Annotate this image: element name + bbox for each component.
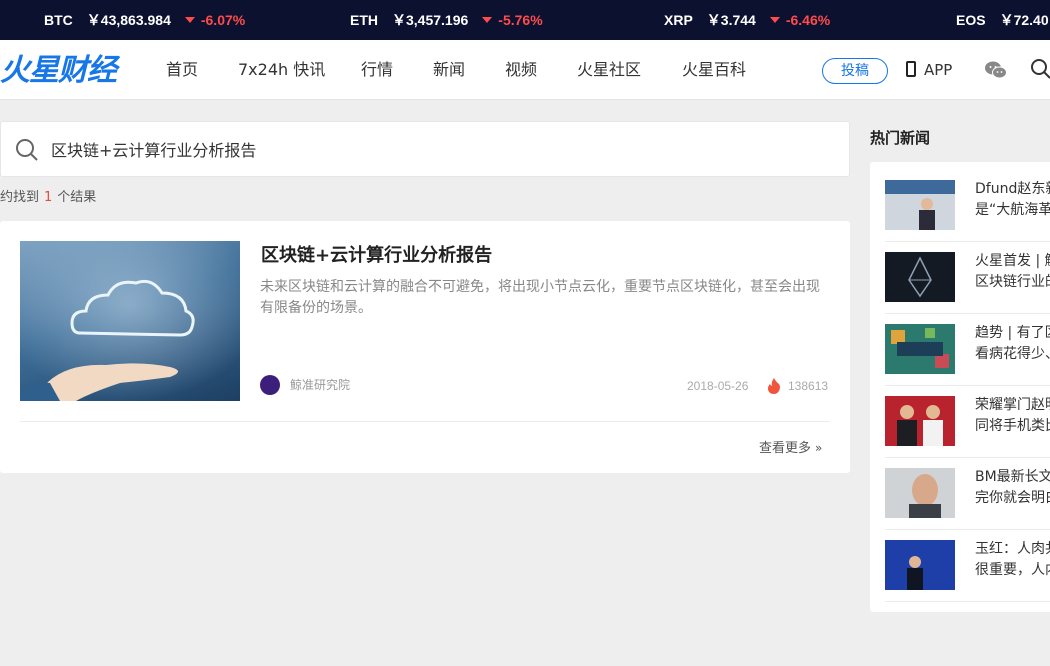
- article-views: 138613: [788, 379, 829, 393]
- article-date: 2018-05-26: [687, 379, 749, 393]
- down-arrow-icon: [482, 17, 493, 24]
- ticker-change: -6.46%: [785, 12, 831, 28]
- ticker-item-xrp[interactable]: XRP ￥3.744 -6.46%: [664, 0, 830, 40]
- hot-news-item[interactable]: 火星首发 | 解区块链行业的: [885, 242, 1050, 314]
- down-arrow-icon: [184, 17, 195, 24]
- search-bar: [0, 121, 850, 177]
- news-title-line: 完你就会明白: [975, 490, 1050, 506]
- ticker-change: -6.07%: [200, 12, 246, 28]
- news-title-line: 很重要，人内: [975, 562, 1050, 578]
- ticker-symbol: XRP: [664, 12, 693, 28]
- news-title-line: 火星首发 | 解: [975, 253, 1050, 269]
- down-arrow-icon: [769, 17, 780, 24]
- author-avatar[interactable]: [260, 375, 280, 395]
- news-thumbnail: [885, 180, 955, 230]
- nav-item-home[interactable]: 首页: [166, 40, 198, 100]
- site-logo[interactable]: 火星财经: [0, 54, 117, 88]
- nav-item-video[interactable]: 视频: [505, 40, 537, 100]
- submit-article-button[interactable]: 投稿: [822, 58, 888, 84]
- hot-news-item[interactable]: BM最新长文完你就会明白: [885, 458, 1050, 530]
- news-thumbnail: [885, 396, 955, 446]
- result-count-number: 1: [44, 190, 53, 205]
- double-chevron-right-icon: »: [815, 441, 823, 455]
- see-more-label: 查看更多: [759, 441, 812, 456]
- nav-item-market[interactable]: 行情: [361, 40, 393, 100]
- fire-icon: [768, 378, 780, 394]
- hot-news-item[interactable]: 荣耀掌门赵明同将手机类比: [885, 386, 1050, 458]
- article-description: 未来区块链和云计算的融合不可避免，将出现小节点云化，重要节点区块链化，甚至会出现…: [260, 279, 820, 316]
- result-count-prefix: 约找到: [0, 190, 40, 205]
- news-title-line: 区块链行业的: [975, 274, 1050, 290]
- nav-item-wiki[interactable]: 火星百科: [682, 40, 746, 100]
- news-title-line: 看病花得少、: [975, 346, 1050, 362]
- author-name[interactable]: 鲸准研究院: [290, 375, 350, 395]
- news-title-line: 荣耀掌门赵明: [975, 397, 1050, 413]
- ticker-item-eth[interactable]: ETH ￥3,457.196 -5.76%: [350, 0, 543, 40]
- result-count: 约找到 1 个结果: [0, 188, 96, 208]
- search-icon[interactable]: [1030, 58, 1050, 80]
- ticker-price: ￥3.744: [706, 12, 756, 28]
- app-label: APP: [924, 61, 953, 79]
- ticker-symbol: ETH: [350, 12, 378, 28]
- news-thumbnail: [885, 252, 955, 302]
- ticker-item-btc[interactable]: BTC ￥43,863.984 -6.07%: [44, 0, 245, 40]
- article-title[interactable]: 区块链+云计算行业分析报告: [261, 243, 492, 269]
- news-title-line: 同将手机类比: [975, 418, 1050, 434]
- search-input[interactable]: [51, 122, 831, 176]
- ticker-symbol: BTC: [44, 12, 73, 28]
- news-thumbnail: [885, 540, 955, 590]
- app-download-link[interactable]: APP: [906, 40, 952, 100]
- ticker-price: ￥43,863.984: [86, 12, 171, 28]
- news-title-line: Dfund赵东新: [975, 181, 1050, 197]
- wechat-icon[interactable]: [984, 58, 1008, 82]
- nav-item-community[interactable]: 火星社区: [577, 40, 641, 100]
- divider: [20, 421, 830, 422]
- news-thumbnail: [885, 324, 955, 374]
- site-header: 火星财经 首页 7x24h 快讯 行情 新闻 视频 火星社区 火星百科 投稿 A…: [0, 40, 1050, 100]
- result-count-suffix: 个结果: [57, 190, 97, 205]
- hot-news-item[interactable]: 趋势 | 有了区看病花得少、: [885, 314, 1050, 386]
- hot-news-title: 热门新闻: [870, 129, 931, 147]
- phone-icon: [906, 60, 916, 77]
- nav-item-flash[interactable]: 7x24h 快讯: [238, 40, 325, 100]
- search-icon[interactable]: [15, 138, 39, 162]
- news-title-line: 玉红：人肉共: [975, 541, 1050, 557]
- hot-news-panel: Dfund赵东新是“大航海革 火星首发 | 解区块链行业的 趋势 | 有了区看病…: [870, 162, 1050, 612]
- nav-item-news[interactable]: 新闻: [433, 40, 465, 100]
- hot-news-item[interactable]: Dfund赵东新是“大航海革: [885, 170, 1050, 242]
- news-thumbnail: [885, 468, 955, 518]
- ticker-change: -5.76%: [498, 12, 543, 28]
- see-more-link[interactable]: 查看更多»: [759, 438, 822, 459]
- ticker-price: ￥3,457.196: [392, 12, 469, 28]
- ticker-item-eos[interactable]: EOS ￥72.40: [956, 0, 1050, 40]
- news-title-line: 趋势 | 有了区: [975, 325, 1050, 341]
- hot-news-item[interactable]: 玉红：人肉共很重要，人内: [885, 530, 1050, 602]
- ticker-price: ￥72.40: [999, 12, 1049, 28]
- result-card: 区块链+云计算行业分析报告 未来区块链和云计算的融合不可避免，将出现小节点云化，…: [0, 221, 850, 473]
- price-ticker: BTC ￥43,863.984 -6.07% ETH ￥3,457.196 -5.76%…: [0, 0, 1050, 40]
- article-thumbnail[interactable]: [20, 241, 240, 401]
- news-title-line: 是“大航海革: [975, 202, 1050, 218]
- news-title-line: BM最新长文: [975, 469, 1050, 485]
- ticker-symbol: EOS: [956, 12, 986, 28]
